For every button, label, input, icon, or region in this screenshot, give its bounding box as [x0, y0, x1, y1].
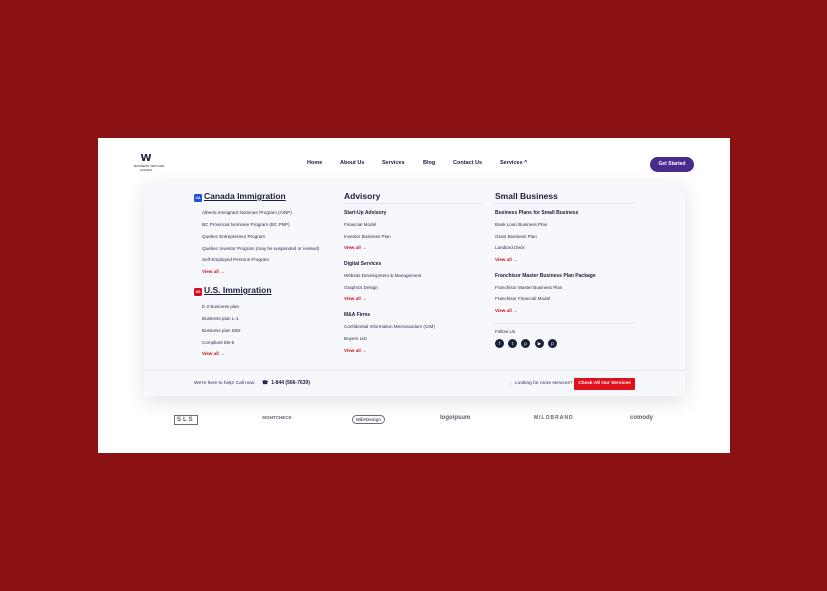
- menu-link[interactable]: Franchisor Financial Model: [495, 296, 550, 301]
- canada-flag-icon: CA: [194, 194, 202, 202]
- mega-menu-footer: We're here to help! Call now: ☎ 1-844 (56…: [144, 370, 685, 396]
- advisory-heading: Advisory: [344, 191, 381, 201]
- divider: [495, 323, 635, 324]
- phone-icon: ☎: [262, 380, 269, 386]
- partner-logos: SLS SIGHTCHECK MilieDesign logoipsum MIL…: [98, 412, 730, 428]
- check-all-services-button[interactable]: Check All Our Services: [574, 378, 635, 390]
- nav-item-services[interactable]: Services: [382, 160, 405, 166]
- view-all-link[interactable]: View all →: [495, 257, 518, 262]
- partner-logo-logoipsum: logoipsum: [440, 415, 471, 421]
- menu-link[interactable]: Bank Loan Business Plan: [495, 222, 547, 227]
- more-services-text: Looking for more services?: [510, 381, 573, 386]
- menu-link[interactable]: Business plan EB2: [202, 328, 241, 333]
- view-all-link[interactable]: View all →: [344, 348, 367, 353]
- canada-immigration-heading[interactable]: Canada Immigration: [204, 191, 286, 201]
- us-immigration-heading[interactable]: U.S. Immigration: [204, 285, 272, 295]
- franchisor-package-heading: Franchisor Master Business Plan Package: [495, 273, 596, 279]
- top-nav: W BUSINESS VENTURE CANADA Home About Us …: [98, 138, 730, 182]
- nav-item-blog[interactable]: Blog: [423, 160, 435, 166]
- menu-link[interactable]: Self-Employed Persons Program: [202, 257, 269, 262]
- get-started-button[interactable]: Get Started: [650, 157, 694, 172]
- menu-link[interactable]: E-2 Business plan: [202, 304, 239, 309]
- menu-link[interactable]: Compliant EB-5: [202, 340, 234, 345]
- partner-logo-comody: comody: [630, 415, 654, 421]
- youtube-icon[interactable]: ▶: [535, 339, 544, 348]
- divider: [495, 203, 635, 204]
- digital-services-heading: Digital Services: [344, 261, 382, 267]
- partner-logo-milobrand: MILOBRAND: [534, 415, 574, 421]
- menu-link[interactable]: Quebec Entrepreneur Program: [202, 234, 265, 239]
- partner-logo-sls: SLS: [174, 415, 198, 425]
- nav-item-services-open[interactable]: Services ^: [500, 160, 527, 166]
- nav-item-home[interactable]: Home: [307, 160, 322, 166]
- view-all-link[interactable]: View all →: [344, 296, 367, 301]
- menu-link[interactable]: Investor Business Plan: [344, 234, 391, 239]
- menu-link[interactable]: Quebec Investor Program (may be suspende…: [202, 246, 319, 251]
- partner-logo-sightcheck: SIGHTCHECK: [262, 415, 292, 420]
- help-text: We're here to help! Call now:: [194, 381, 256, 386]
- view-all-link[interactable]: View all →: [495, 308, 518, 313]
- menu-link[interactable]: BC Provincial Nominee Program (BC PNP): [202, 222, 290, 227]
- facebook-icon[interactable]: f: [495, 339, 504, 348]
- menu-link[interactable]: Grant Business Plan: [495, 234, 537, 239]
- menu-link[interactable]: Business plan L-1: [202, 316, 239, 321]
- ma-firms-heading: M&A Firms: [344, 312, 371, 318]
- menu-link[interactable]: Landlord Deck: [495, 245, 525, 250]
- small-business-heading: Small Business: [495, 191, 558, 201]
- menu-link[interactable]: Franchisor Master Business Plan: [495, 285, 562, 290]
- phone-number: 1-844 (566-7639): [271, 380, 310, 386]
- start-up-advisory-heading: Start-Up Advisory: [344, 210, 387, 216]
- main-menu: Home About Us Services Blog Contact Us S…: [98, 160, 730, 170]
- menu-link[interactable]: Website Development & Management: [344, 273, 421, 278]
- services-mega-menu: CA Canada Immigration Alberta Immigrant …: [144, 182, 685, 396]
- menu-link[interactable]: Confidential Information Memorandum (CIM…: [344, 324, 435, 329]
- nav-item-contact-us[interactable]: Contact Us: [453, 160, 482, 166]
- menu-link[interactable]: Graphics Design: [344, 285, 378, 290]
- business-plans-heading: Business Plans for Small Business: [495, 210, 579, 216]
- follow-us-label: Follow Us: [495, 329, 516, 334]
- menu-link[interactable]: Alberta Immigrant Nominee Program (AINP): [202, 210, 292, 215]
- view-all-link[interactable]: View all →: [202, 351, 225, 356]
- partner-logo-miliedesign: MilieDesign: [352, 415, 386, 424]
- page-frame: W BUSINESS VENTURE CANADA Home About Us …: [98, 138, 730, 453]
- pinterest-icon[interactable]: p: [521, 339, 530, 348]
- divider: [344, 203, 482, 204]
- menu-link[interactable]: Financial Model: [344, 222, 376, 227]
- view-all-link[interactable]: View all →: [344, 245, 367, 250]
- us-flag-icon: US: [194, 288, 202, 296]
- menu-link[interactable]: Buyers List: [344, 336, 367, 341]
- phone-link[interactable]: ☎ 1-844 (566-7639): [262, 380, 310, 386]
- nav-item-about-us[interactable]: About Us: [340, 160, 364, 166]
- pinterest-alt-icon[interactable]: p: [548, 339, 557, 348]
- twitter-icon[interactable]: t: [508, 339, 517, 348]
- view-all-link[interactable]: View all →: [202, 269, 225, 274]
